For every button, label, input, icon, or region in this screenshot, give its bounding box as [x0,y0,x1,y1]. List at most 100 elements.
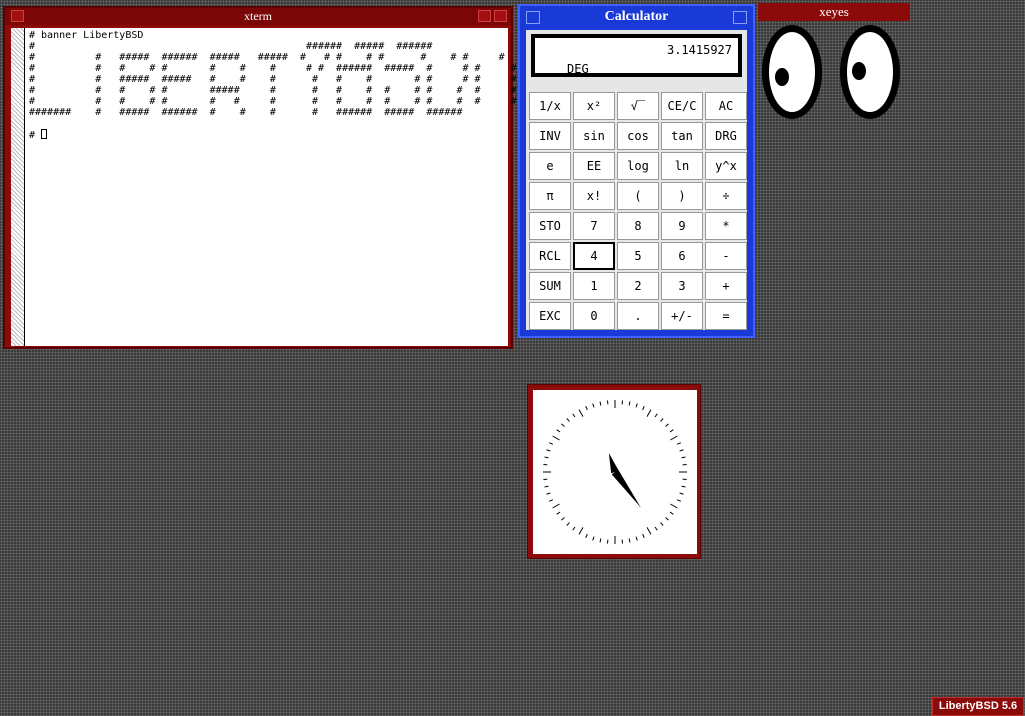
calc-key[interactable]: sin [573,122,615,150]
clock-tick [676,442,681,445]
clock-tick [669,511,674,515]
clock-tick [681,485,686,488]
os-version-label: LibertyBSD 5.6 [932,697,1024,716]
left-pupil [775,68,789,86]
clock-hour-hand [608,452,619,474]
calc-key[interactable]: log [617,152,659,180]
clock-tick [670,435,678,441]
calc-key[interactable]: x! [573,182,615,210]
xterm-title: xterm [5,8,511,25]
clock-tick [635,536,638,541]
calc-key[interactable]: DRG [705,122,747,150]
clock-tick [578,527,584,535]
calc-key[interactable]: e [529,152,571,180]
clock-tick [676,499,681,502]
clock-tick [679,492,684,495]
clock-face [533,390,697,554]
calc-key[interactable]: y^x [705,152,747,180]
calc-key[interactable]: 3 [661,272,703,300]
calculator-resize-icon[interactable] [733,11,747,24]
clock-tick [556,429,561,433]
calc-key[interactable]: 0 [573,302,615,330]
clock-tick [572,526,576,531]
calc-key[interactable]: 9 [661,212,703,240]
calc-key[interactable]: ln [661,152,703,180]
clock-dial [543,400,687,544]
left-eye [762,25,822,119]
xterm-scrollbar[interactable] [11,28,25,346]
clock-tick [642,406,645,411]
calc-key[interactable]: STO [529,212,571,240]
clock-tick [599,538,602,543]
clock-tick [660,418,664,422]
clock-tick [646,409,652,417]
clock-tick [578,409,584,417]
calc-key[interactable]: x² [573,92,615,120]
calc-key[interactable]: . [617,302,659,330]
calc-key[interactable]: π [529,182,571,210]
clock-tick [642,533,645,538]
xterm-minimize-icon[interactable] [478,10,491,22]
calc-key[interactable]: AC [705,92,747,120]
clock-tick [546,492,551,495]
calc-key[interactable]: SUM [529,272,571,300]
calc-key[interactable]: ) [661,182,703,210]
calc-key[interactable]: cos [617,122,659,150]
clock-tick [646,527,652,535]
clock-tick [552,435,560,441]
calc-key[interactable]: - [705,242,747,270]
clock-tick [561,423,565,427]
xterm-terminal[interactable]: # banner LibertyBSD # ###### ##### #####… [11,28,517,346]
xeyes-window[interactable]: xeyes [758,3,910,123]
clock-tick [585,406,588,411]
clock-tick [566,418,570,422]
xclock-window[interactable] [527,384,701,559]
calc-key[interactable]: * [705,212,747,240]
clock-tick [585,533,588,538]
terminal-cursor [41,129,48,139]
calculator-window[interactable]: Calculator 3.1415927 DEG 1/x x² √‾ CE/C AC IN… [518,4,755,338]
calc-key[interactable]: ( [617,182,659,210]
calc-key[interactable]: 8 [617,212,659,240]
calc-key[interactable]: + [705,272,747,300]
calc-key[interactable]: 1 [573,272,615,300]
clock-tick [561,517,565,521]
xterm-menu-icon[interactable] [11,10,24,22]
calc-key[interactable]: 2 [617,272,659,300]
clock-tick [549,442,554,445]
calc-key[interactable]: ÷ [705,182,747,210]
right-pupil [852,62,866,80]
clock-tick [592,536,595,541]
xterm-window[interactable]: xterm # banner LibertyBSD # ###### #####… [3,6,517,349]
calc-key[interactable]: 7 [573,212,615,240]
calc-key[interactable]: 4 [573,242,615,270]
clock-tick [544,485,549,488]
calc-key[interactable]: = [705,302,747,330]
calc-key[interactable]: tan [661,122,703,150]
calc-key[interactable]: CE/C [661,92,703,120]
clock-tick [679,449,684,452]
clock-tick [546,449,551,452]
clock-tick [665,423,669,427]
xeyes-title: xeyes [758,3,910,21]
calc-key[interactable]: √‾ [617,92,659,120]
calc-key[interactable]: INV [529,122,571,150]
calc-key[interactable]: EE [573,152,615,180]
calc-key[interactable]: +/- [661,302,703,330]
calc-key[interactable]: 1/x [529,92,571,120]
calculator-title: Calculator [604,9,669,24]
display-value: 3.1415927 [666,43,732,57]
clock-tick [572,413,576,418]
calc-key[interactable]: 6 [661,242,703,270]
calc-key[interactable]: RCL [529,242,571,270]
clock-tick [544,456,549,459]
calculator-display: 3.1415927 DEG [531,34,742,77]
calc-key[interactable]: EXC [529,302,571,330]
clock-tick [628,538,631,543]
terminal-output: # banner LibertyBSD # ###### ##### #####… [29,30,517,141]
calc-key[interactable]: 5 [617,242,659,270]
clock-tick [556,511,561,515]
xterm-maximize-icon[interactable] [494,10,507,22]
clock-tick [599,401,602,406]
calculator-keypad: 1/x x² √‾ CE/C AC INV sin cos tan DRG e EE log ln y^x π… [529,92,747,330]
